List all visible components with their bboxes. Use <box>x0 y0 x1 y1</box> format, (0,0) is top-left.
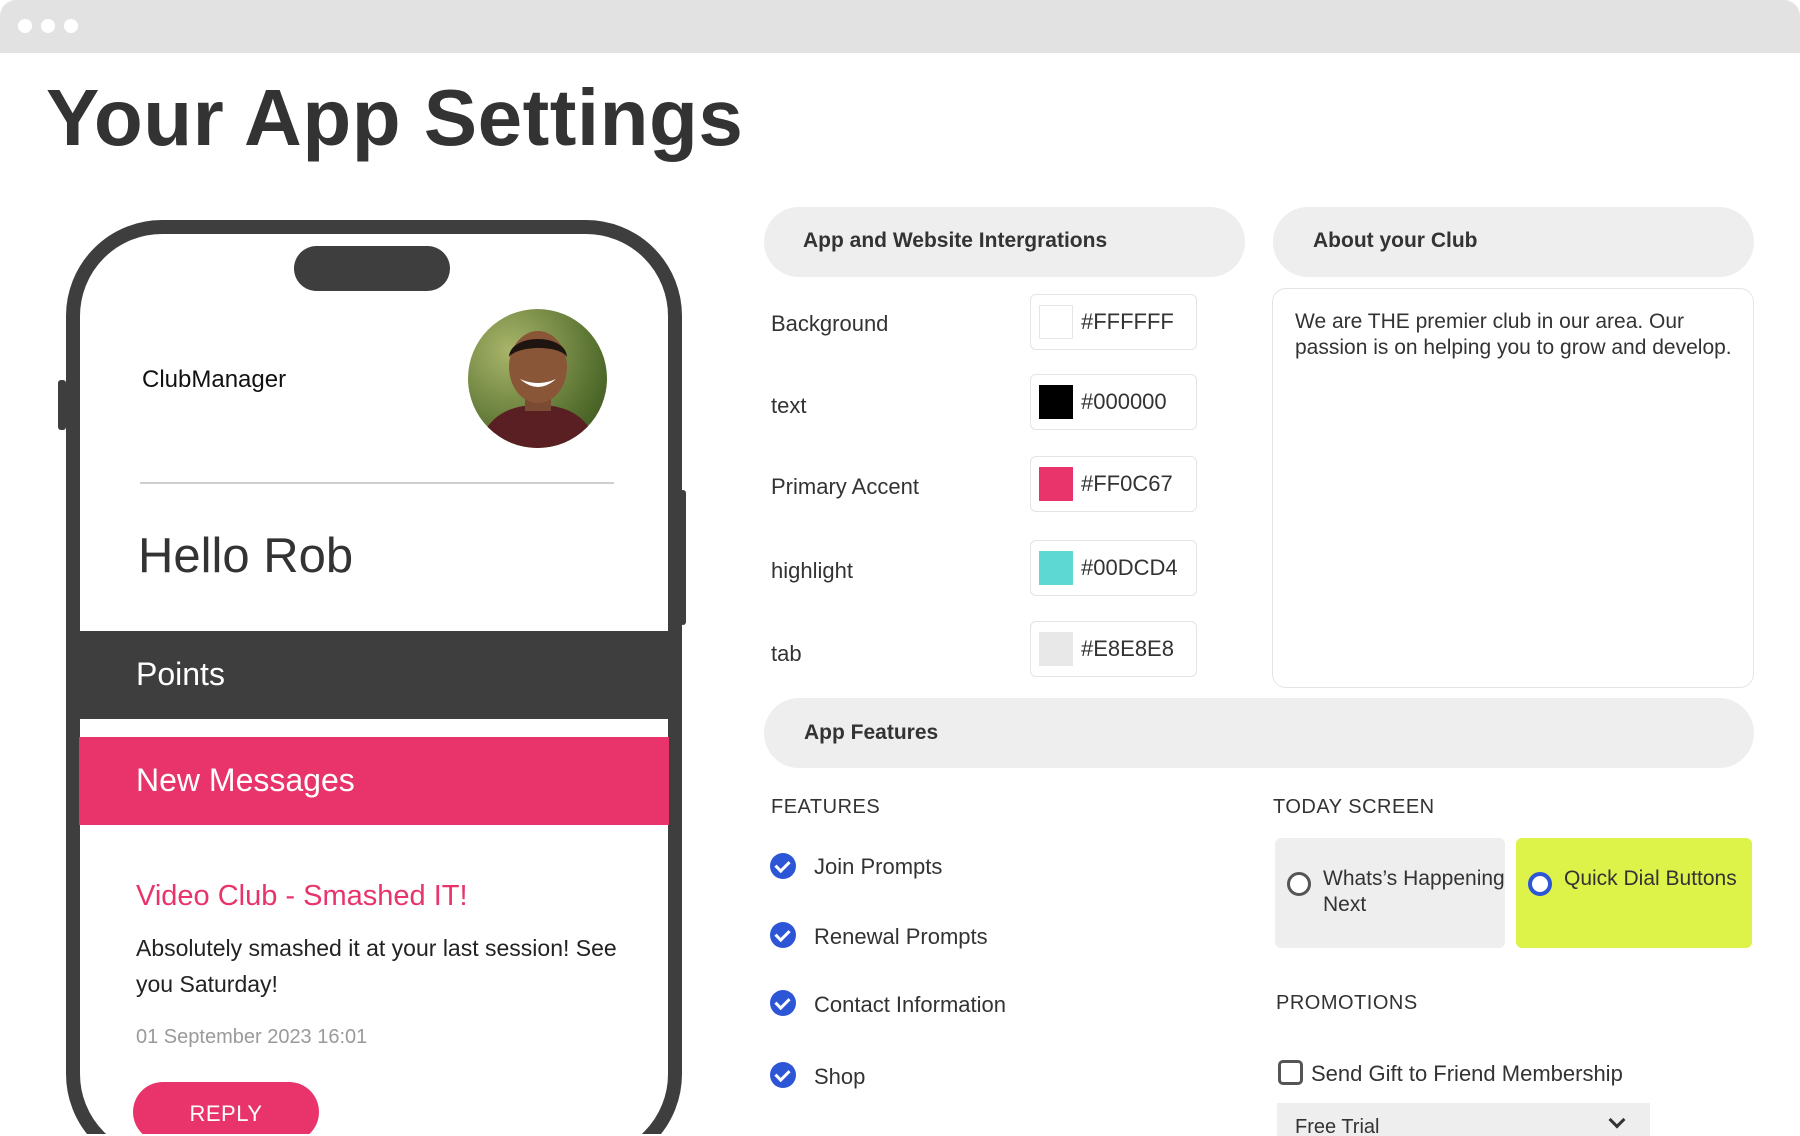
promotions-heading: PROMOTIONS <box>1276 992 1418 1014</box>
promotion-select[interactable]: Free Trial <box>1277 1103 1650 1136</box>
person-photo-icon <box>478 331 598 448</box>
color-hex-value: #E8E8E8 <box>1081 636 1174 661</box>
color-picker-background[interactable]: #FFFFFF <box>1030 294 1197 350</box>
message-title: Video Club - Smashed IT! <box>136 880 468 912</box>
color-label-background: Background <box>771 311 889 336</box>
features-heading: FEATURES <box>771 796 881 818</box>
reply-button[interactable]: REPLY <box>133 1082 319 1136</box>
color-swatch <box>1039 551 1073 585</box>
browser-title-bar <box>0 0 1800 53</box>
points-label: Points <box>136 656 225 692</box>
page-title: Your App Settings <box>46 73 744 162</box>
color-swatch <box>1039 467 1073 501</box>
feature-join-prompts: Join Prompts <box>814 854 943 879</box>
color-label-highlight: highlight <box>771 558 853 583</box>
promotion-select-value: Free Trial <box>1295 1116 1380 1136</box>
option-quick-dial-buttons[interactable]: Quick Dial Buttons <box>1516 838 1752 948</box>
phone-divider <box>140 482 614 484</box>
option-whats-happening-next[interactable]: Whats’s Happening Next <box>1275 838 1505 948</box>
color-swatch <box>1039 632 1073 666</box>
color-label-primary-accent: Primary Accent <box>771 474 919 499</box>
avatar <box>468 309 607 448</box>
today-screen-heading: TODAY SCREEN <box>1273 796 1435 818</box>
option-label: Quick Dial Buttons <box>1564 867 1737 890</box>
window-dot-icon <box>41 19 55 33</box>
color-label-text: text <box>771 393 807 418</box>
color-picker-text[interactable]: #000000 <box>1030 374 1197 430</box>
app-brand: ClubManager <box>142 366 287 393</box>
color-hex-value: #FFFFFF <box>1081 309 1174 334</box>
color-swatch <box>1039 385 1073 419</box>
features-title: App Features <box>804 721 939 744</box>
window-dot-icon <box>64 19 78 33</box>
feature-shop: Shop <box>814 1064 866 1089</box>
checked-circle-icon[interactable] <box>770 853 796 879</box>
color-picker-tab[interactable]: #E8E8E8 <box>1030 621 1197 677</box>
color-picker-primary-accent[interactable]: #FF0C67 <box>1030 456 1197 512</box>
about-title: About your Club <box>1313 229 1478 252</box>
integrations-title: App and Website Intergrations <box>803 229 1108 252</box>
color-label-tab: tab <box>771 641 802 666</box>
color-hex-value: #000000 <box>1081 389 1167 414</box>
color-swatch <box>1039 305 1073 339</box>
greeting: Hello Rob <box>138 529 354 583</box>
gift-membership-label: Send Gift to Friend Membership <box>1311 1061 1623 1086</box>
phone-notch <box>294 246 450 291</box>
message-body: Absolutely smashed it at your last sessi… <box>136 935 617 997</box>
checked-circle-icon[interactable] <box>770 1062 796 1088</box>
color-hex-value: #FF0C67 <box>1081 471 1173 496</box>
checked-circle-icon[interactable] <box>770 990 796 1016</box>
option-label: Whats’s Happening Next <box>1323 867 1505 916</box>
color-hex-value: #00DCD4 <box>1081 555 1178 580</box>
chevron-down-icon <box>1608 1111 1626 1129</box>
about-textarea[interactable]: We are THE premier club in our area. Our… <box>1272 288 1754 688</box>
new-messages-label: New Messages <box>136 762 355 798</box>
feature-renewal-prompts: Renewal Prompts <box>814 924 988 949</box>
feature-contact-information: Contact Information <box>814 992 1006 1017</box>
phone-side-button <box>58 380 66 430</box>
radio-unselected-icon <box>1287 872 1311 896</box>
about-text: We are THE premier club in our area. Our… <box>1295 310 1732 359</box>
color-picker-highlight[interactable]: #00DCD4 <box>1030 540 1197 596</box>
gift-membership-checkbox[interactable] <box>1278 1060 1303 1085</box>
radio-selected-icon <box>1528 872 1552 896</box>
message-timestamp: 01 September 2023 16:01 <box>136 1026 368 1048</box>
checked-circle-icon[interactable] <box>770 922 796 948</box>
window-dot-icon <box>18 19 32 33</box>
